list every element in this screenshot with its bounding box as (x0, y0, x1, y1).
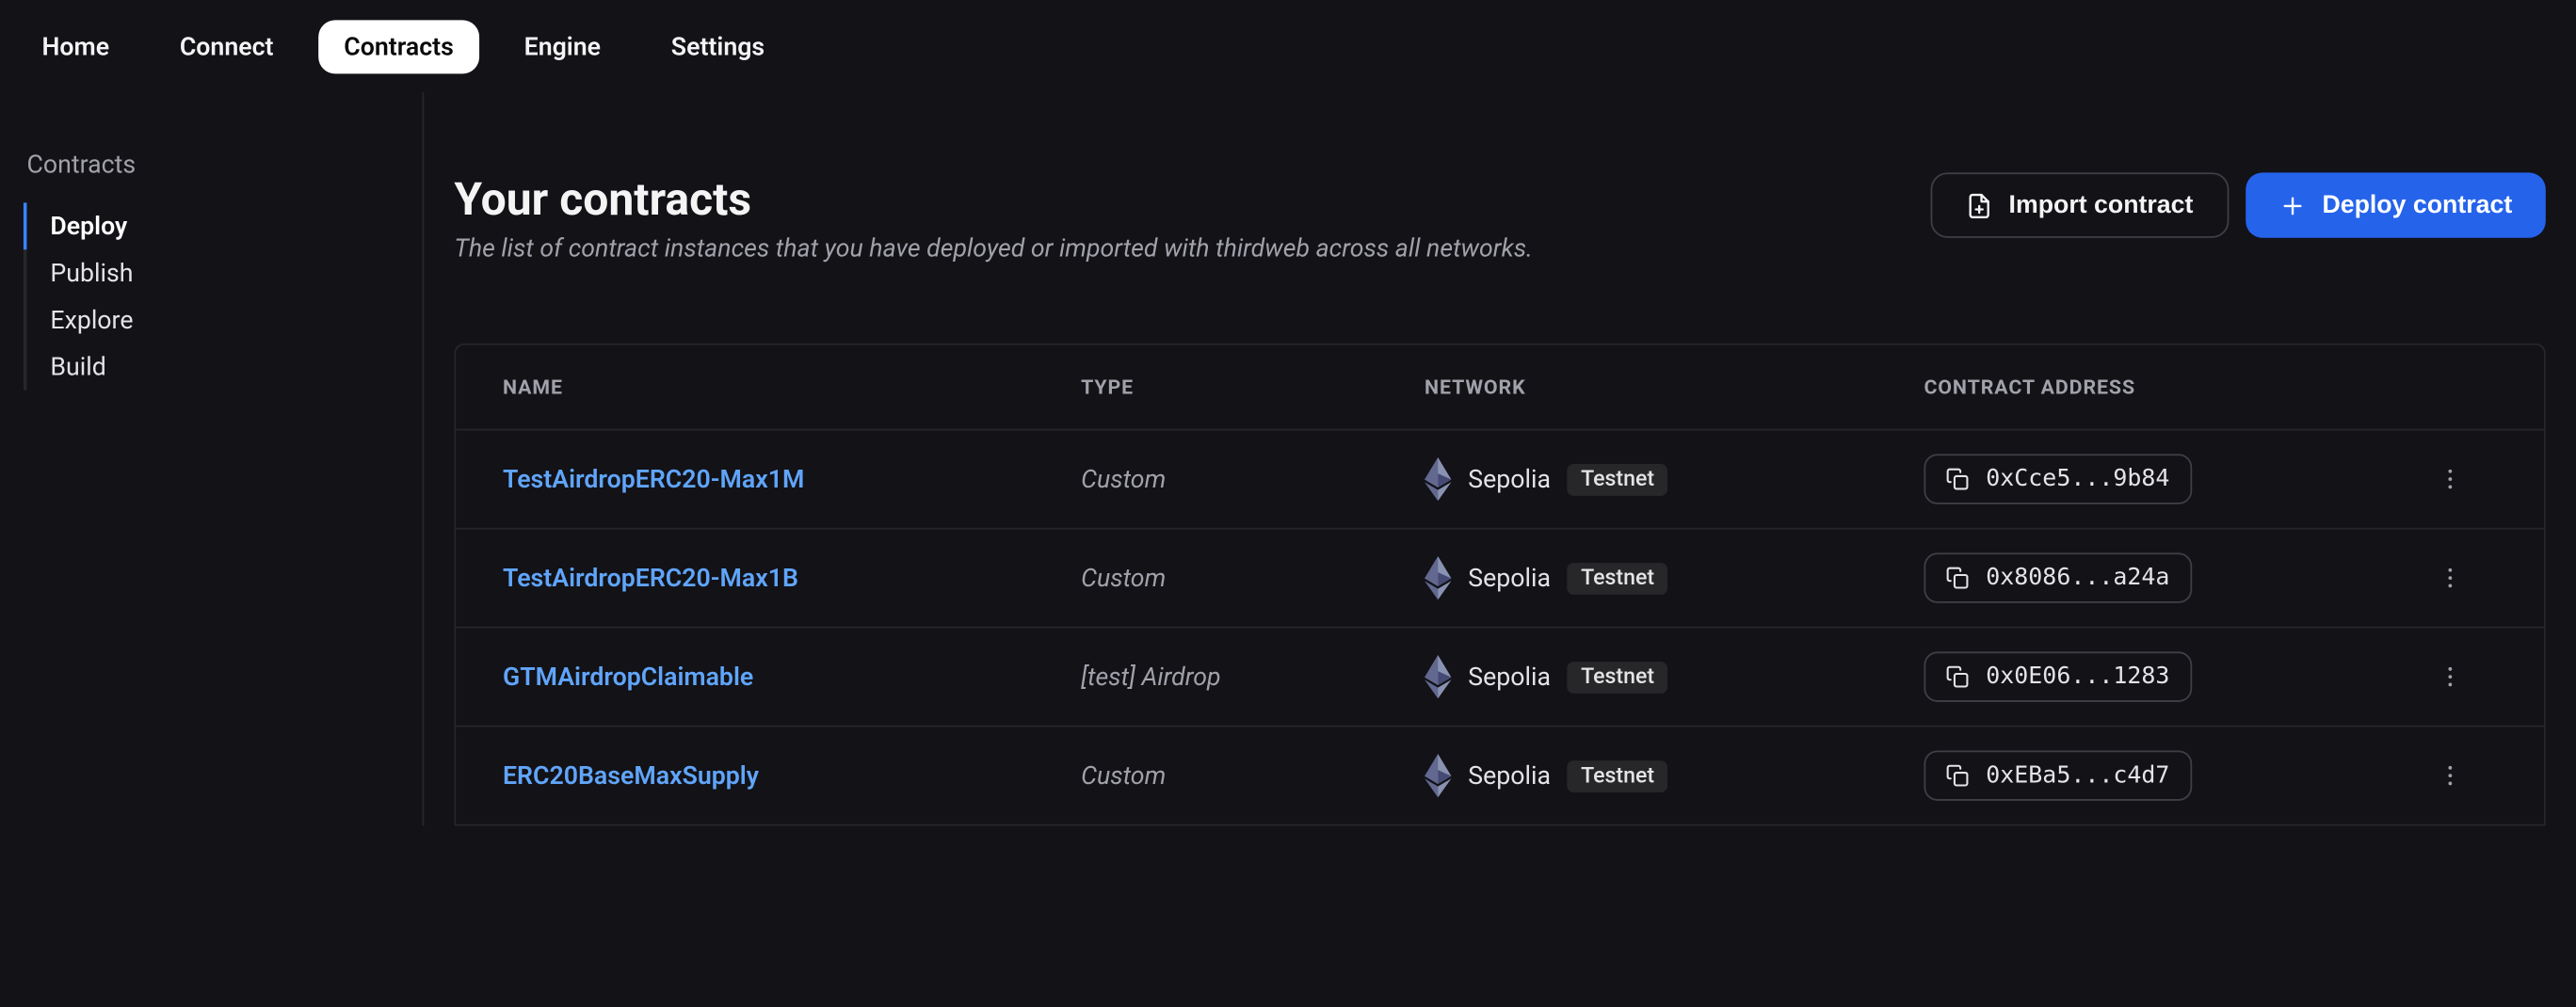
col-address: CONTRACT ADDRESS (1924, 376, 2403, 399)
network-badge: Testnet (1568, 463, 1668, 495)
table-row: GTMAirdropClaimable [test] Airdrop Sepol… (456, 629, 2544, 727)
contract-type: Custom (1081, 563, 1425, 593)
contract-name[interactable]: TestAirdropERC20-Max1M (503, 464, 1081, 494)
address-text: 0x0E06...1283 (1986, 663, 2169, 690)
contract-network: Sepolia Testnet (1425, 655, 1924, 698)
nav-home[interactable]: Home (17, 19, 135, 72)
nav-connect[interactable]: Connect (154, 19, 298, 72)
contract-type: [test] Airdrop (1081, 662, 1425, 692)
nav-engine[interactable]: Engine (499, 19, 626, 72)
col-name: NAME (503, 376, 1081, 399)
contract-name[interactable]: GTMAirdropClaimable (503, 662, 1081, 692)
contract-name[interactable]: TestAirdropERC20-Max1B (503, 563, 1081, 593)
table-row: ERC20BaseMaxSupply Custom Sepolia Testne… (456, 727, 2544, 826)
sidebar-item-build[interactable]: Build (24, 344, 399, 391)
ethereum-icon (1425, 754, 1451, 797)
sidebar-item-publish[interactable]: Publish (24, 249, 399, 296)
row-menu-button[interactable] (2404, 663, 2498, 690)
import-contract-button[interactable]: Import contract (1930, 172, 2229, 237)
sidebar-title: Contracts (24, 149, 399, 179)
address-chip[interactable]: 0xEBa5...c4d7 (1924, 750, 2191, 800)
nav-contracts[interactable]: Contracts (319, 19, 479, 72)
table-header: NAME TYPE NETWORK CONTRACT ADDRESS (456, 345, 2544, 431)
file-import-icon (1965, 192, 1991, 218)
address-chip[interactable]: 0x0E06...1283 (1924, 651, 2191, 701)
contracts-table: NAME TYPE NETWORK CONTRACT ADDRESS TestA… (454, 344, 2545, 826)
contract-name[interactable]: ERC20BaseMaxSupply (503, 760, 1081, 791)
import-contract-label: Import contract (2009, 191, 2194, 219)
network-name: Sepolia (1468, 662, 1551, 692)
network-badge: Testnet (1568, 661, 1668, 693)
network-name: Sepolia (1468, 563, 1551, 593)
address-text: 0xEBa5...c4d7 (1986, 762, 2169, 789)
copy-icon (1946, 567, 1970, 590)
network-name: Sepolia (1468, 464, 1551, 494)
action-buttons: Import contract Deploy contract (1930, 172, 2546, 237)
nav-settings[interactable]: Settings (646, 19, 790, 72)
table-row: TestAirdropERC20-Max1B Custom Sepolia Te… (456, 529, 2544, 628)
row-menu-button[interactable] (2404, 565, 2498, 591)
col-type: TYPE (1081, 376, 1425, 399)
col-network: NETWORK (1425, 376, 1924, 399)
sidebar-item-deploy[interactable]: Deploy (24, 202, 399, 249)
more-vertical-icon (2437, 565, 2463, 591)
ethereum-icon (1425, 457, 1451, 501)
contract-network: Sepolia Testnet (1425, 556, 1924, 599)
network-badge: Testnet (1568, 759, 1668, 791)
table-row: TestAirdropERC20-Max1M Custom Sepolia Te… (456, 430, 2544, 529)
top-nav: Home Connect Contracts Engine Settings (0, 0, 2576, 92)
sidebar: Contracts Deploy Publish Explore Build (0, 92, 424, 826)
deploy-contract-button[interactable]: Deploy contract (2246, 172, 2546, 237)
copy-icon (1946, 468, 1970, 491)
page-title: Your contracts (454, 172, 1533, 226)
network-name: Sepolia (1468, 760, 1551, 791)
copy-icon (1946, 665, 1970, 689)
more-vertical-icon (2437, 466, 2463, 492)
contract-type: Custom (1081, 760, 1425, 791)
page-header: Your contracts The list of contract inst… (454, 172, 2545, 263)
more-vertical-icon (2437, 762, 2463, 789)
ethereum-icon (1425, 655, 1451, 698)
deploy-contract-label: Deploy contract (2322, 191, 2512, 219)
network-badge: Testnet (1568, 562, 1668, 594)
copy-icon (1946, 764, 1970, 788)
address-text: 0x8086...a24a (1986, 565, 2169, 591)
address-text: 0xCce5...9b84 (1986, 466, 2169, 492)
contract-network: Sepolia Testnet (1425, 457, 1924, 501)
more-vertical-icon (2437, 663, 2463, 690)
ethereum-icon (1425, 556, 1451, 599)
main-content: Your contracts The list of contract inst… (424, 92, 2576, 826)
table-body: TestAirdropERC20-Max1M Custom Sepolia Te… (456, 430, 2544, 825)
sidebar-item-explore[interactable]: Explore (24, 296, 399, 344)
sidebar-list: Deploy Publish Explore Build (24, 202, 399, 390)
address-chip[interactable]: 0xCce5...9b84 (1924, 454, 2191, 504)
row-menu-button[interactable] (2404, 466, 2498, 492)
plus-icon (2278, 192, 2305, 218)
address-chip[interactable]: 0x8086...a24a (1924, 552, 2191, 602)
contract-type: Custom (1081, 464, 1425, 494)
row-menu-button[interactable] (2404, 762, 2498, 789)
page-subtitle: The list of contract instances that you … (454, 232, 1533, 263)
contract-network: Sepolia Testnet (1425, 754, 1924, 797)
